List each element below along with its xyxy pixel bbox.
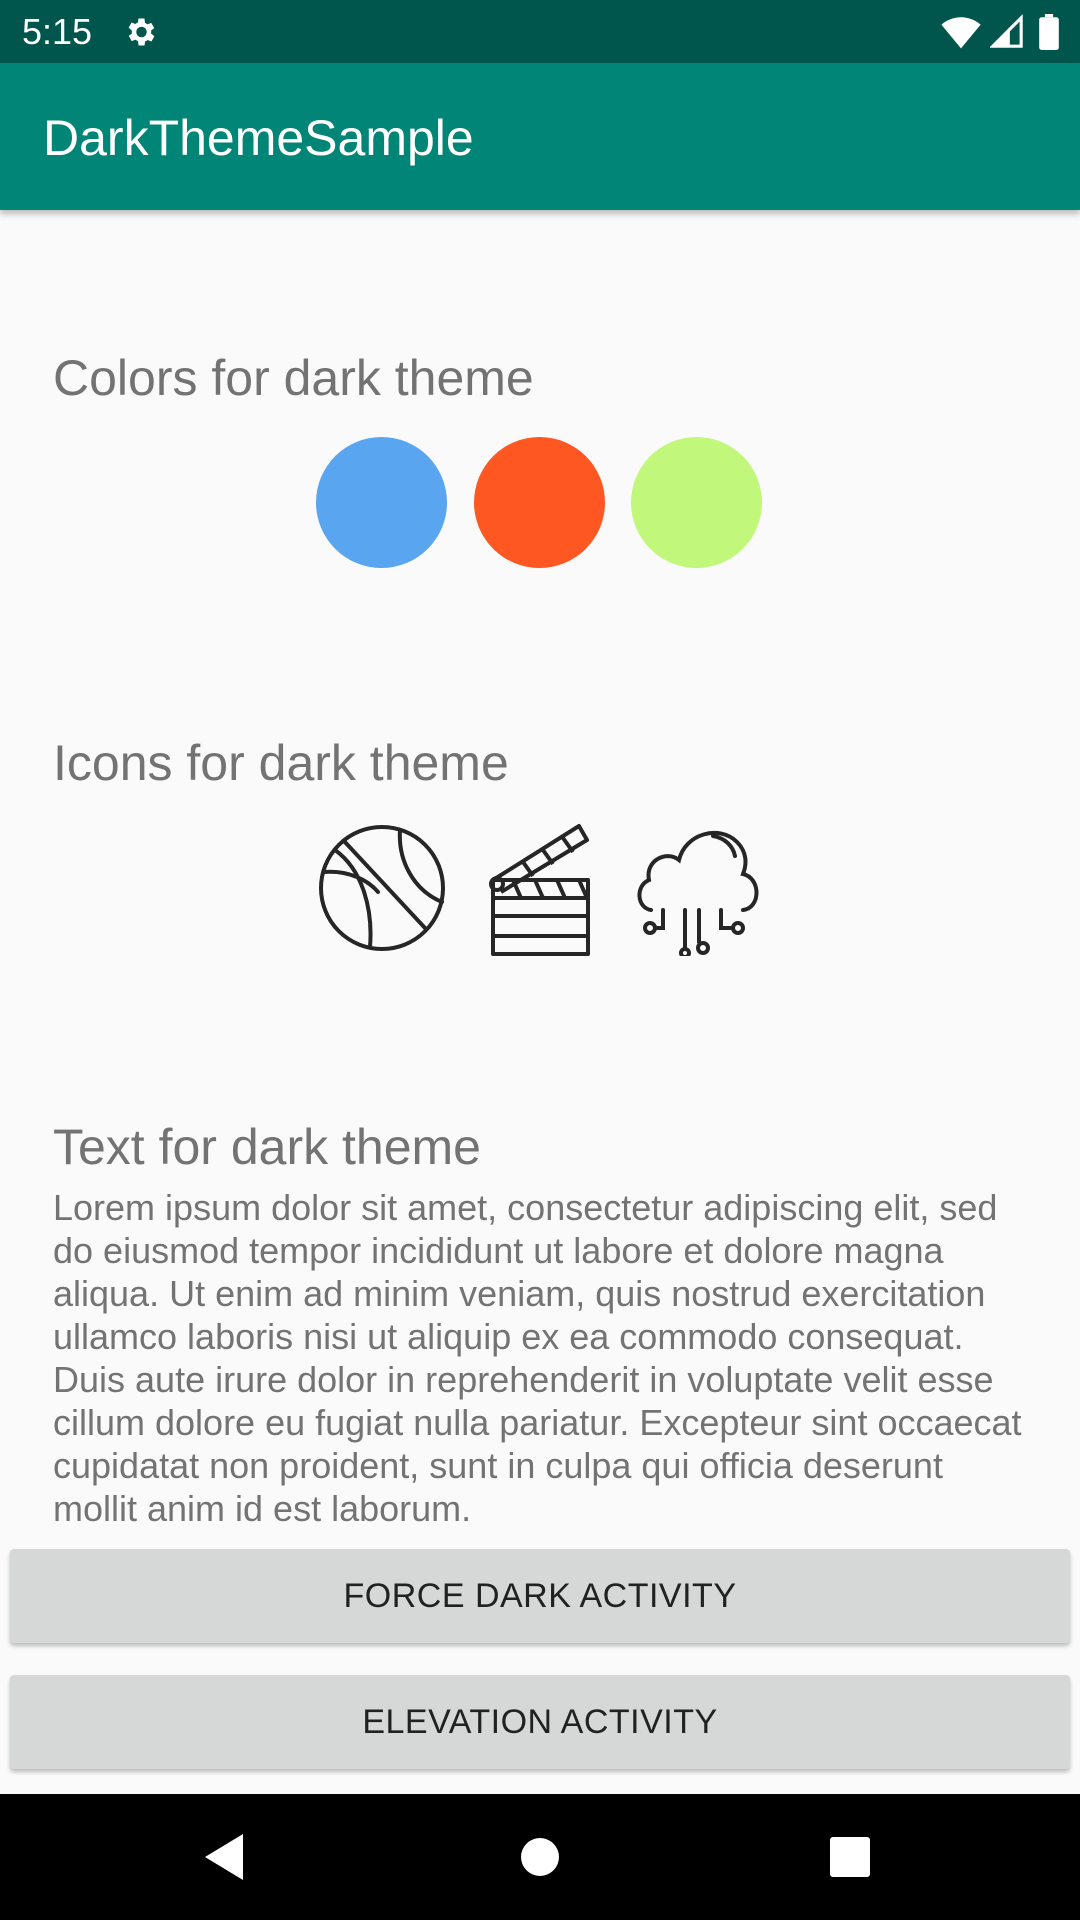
app-bar: DarkThemeSample: [0, 63, 1080, 210]
battery-icon: [1039, 14, 1059, 50]
home-icon: [521, 1838, 559, 1876]
icons-section-title: Icons for dark theme: [53, 735, 509, 791]
clapperboard-icon: [489, 824, 590, 956]
recents-button[interactable]: [790, 1794, 910, 1920]
recents-icon: [830, 1837, 870, 1877]
back-icon: [205, 1834, 243, 1880]
back-button[interactable]: [165, 1794, 285, 1920]
elevation-activity-button[interactable]: ELEVATION ACTIVITY: [10, 1675, 1070, 1769]
status-bar: 5:15: [0, 0, 1080, 63]
app-title: DarkThemeSample: [43, 110, 474, 166]
cloud-circuit-icon: [637, 831, 759, 956]
gear-icon: [128, 18, 155, 46]
navigation-bar: [0, 1794, 1080, 1920]
force-dark-activity-button[interactable]: FORCE DARK ACTIVITY: [10, 1549, 1070, 1643]
text-section-title: Text for dark theme: [53, 1119, 481, 1175]
signal-icon: [989, 14, 1023, 48]
home-button[interactable]: [480, 1794, 600, 1920]
status-time: 5:15: [22, 11, 93, 52]
green-swatch: [631, 437, 762, 568]
wifi-icon: [941, 17, 981, 49]
orange-swatch: [474, 437, 605, 568]
colors-section-title: Colors for dark theme: [53, 350, 534, 406]
basketball-icon: [319, 825, 445, 951]
blue-swatch: [316, 437, 447, 568]
body-text: Lorem ipsum dolor sit amet, consectetur …: [53, 1187, 1022, 1529]
